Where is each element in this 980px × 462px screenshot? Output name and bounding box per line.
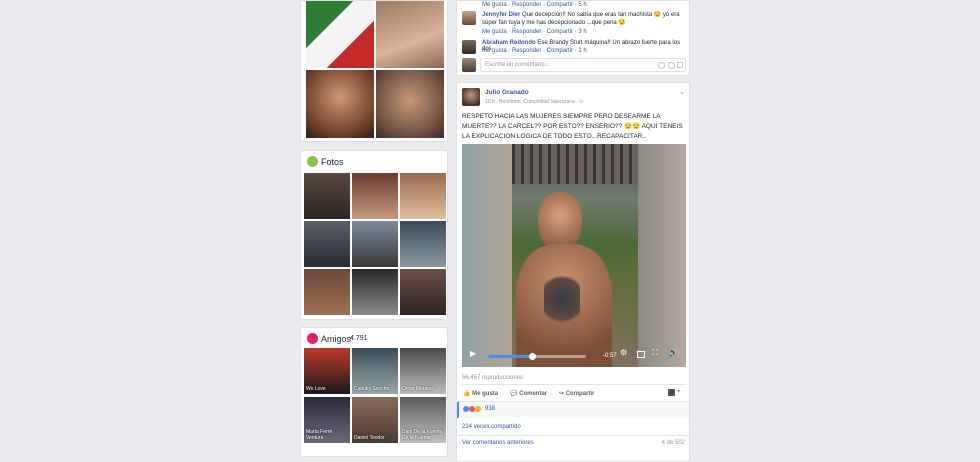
video-pergola — [512, 144, 638, 184]
comment-2-actions[interactable]: Me gusta · Responder · Compartir · 3 h — [482, 29, 587, 35]
friends-icon — [307, 333, 318, 344]
audience-selector-icon[interactable] — [668, 389, 675, 396]
photo-grid-card — [300, 0, 448, 142]
friend-name[interactable]: Daniel Teodor — [354, 435, 385, 441]
post-text: RESPETO HACIA LAS MUJERES SIEMPRE PERO D… — [462, 113, 683, 140]
friend-name[interactable]: Marta Ferré Ventura — [306, 429, 350, 441]
audience-chevron-icon[interactable]: ▾ — [677, 388, 680, 395]
fotos-thumbnail[interactable] — [352, 173, 398, 219]
fotos-thumbnail[interactable] — [400, 269, 446, 315]
post-options-icon[interactable]: ⌄ — [679, 88, 685, 96]
fullscreen-icon[interactable]: ⛶ — [652, 348, 658, 358]
video-frame — [512, 144, 638, 367]
picture-in-picture-icon[interactable] — [637, 351, 645, 358]
share-button[interactable]: ↪ Compartir — [559, 390, 594, 397]
friend-name[interactable]: Dani De la Fuente De la Fuente — [402, 429, 446, 441]
fotos-title[interactable]: Fotos — [321, 157, 344, 167]
comment-1-actions[interactable]: Me gusta · Responder · Compartir · 5 h — [482, 2, 587, 8]
reactions-count[interactable]: 938 — [485, 406, 495, 412]
friend-tile[interactable]: Omar Morales — [400, 348, 446, 394]
comment-2-avatar[interactable] — [462, 11, 476, 25]
profile-photo-1[interactable] — [306, 1, 374, 68]
amigos-count: 4.791 — [350, 335, 368, 342]
comments-pagination: 4 de 502 — [661, 440, 685, 446]
comment-2-author[interactable]: Jennyfer Dier — [482, 12, 520, 18]
my-avatar — [462, 58, 476, 72]
video-views: 56.457 reproducciones — [462, 375, 524, 381]
friend-tile[interactable]: Marta Ferré Ventura — [304, 397, 350, 443]
friend-name[interactable]: We Love — [306, 386, 326, 392]
photos-icon — [307, 156, 318, 167]
fotos-thumbnail[interactable] — [352, 269, 398, 315]
fotos-thumbnail[interactable] — [400, 221, 446, 267]
comment-input[interactable]: Escribe un comentario... — [480, 58, 686, 72]
fotos-thumbnail[interactable] — [352, 221, 398, 267]
profile-photo-3[interactable] — [306, 70, 374, 138]
friend-name[interactable]: Cabuky Sancho — [354, 386, 389, 392]
fotos-thumbnail[interactable] — [304, 221, 350, 267]
fotos-thumbnail[interactable] — [304, 173, 350, 219]
comments-card: Me gusta · Responder · Compartir · 5 h J… — [456, 0, 690, 76]
reactions-bar[interactable]: 938 — [457, 402, 689, 418]
friend-tile[interactable]: Daniel Teodor — [352, 397, 398, 443]
post-author-name[interactable]: Julio Granado — [485, 89, 529, 96]
fotos-card: Fotos — [300, 150, 448, 320]
video-progress-fill — [488, 355, 533, 358]
profile-photo-4[interactable] — [376, 70, 444, 138]
friend-name[interactable]: Omar Morales — [402, 386, 434, 392]
comment-3-avatar[interactable] — [462, 40, 476, 54]
fotos-thumbnail[interactable] — [400, 173, 446, 219]
video-player[interactable]: ▶ -0:57 ⚙ ⛶ 🔊 — [462, 144, 686, 367]
post-meta[interactable]: 10 h · Benidorm, Comunidad Valenciana · … — [485, 99, 583, 105]
post-divider-3 — [457, 435, 689, 436]
comment-input-placeholder: Escribe un comentario... — [485, 62, 550, 68]
friend-tile[interactable]: Dani De la Fuente De la Fuente — [400, 397, 446, 443]
video-tattoo — [544, 270, 580, 328]
volume-icon[interactable]: 🔊 — [668, 348, 678, 357]
play-icon[interactable]: ▶ — [470, 349, 476, 358]
amigos-title[interactable]: Amigos — [321, 334, 351, 344]
fotos-thumbnail[interactable] — [304, 269, 350, 315]
settings-gear-icon[interactable]: ⚙ — [620, 348, 627, 357]
comment-2: Jennyfer Dier Que decepción!! No sabía q… — [482, 11, 687, 27]
comment-button[interactable]: 💬 Comentar — [510, 390, 547, 397]
shares-count[interactable]: 224 veces compartido — [462, 424, 521, 430]
like-icon: 👍 — [463, 391, 473, 397]
video-blur-right — [638, 144, 686, 367]
profile-photo-2[interactable] — [376, 1, 444, 68]
video-blur-left — [462, 144, 512, 367]
friend-tile[interactable]: Cabuky Sancho — [352, 348, 398, 394]
wow-reaction-icon — [475, 406, 481, 412]
friend-tile[interactable]: We Love — [304, 348, 350, 394]
video-progress-track[interactable] — [488, 353, 586, 360]
video-person-head — [538, 192, 582, 250]
share-icon: ↪ — [559, 391, 566, 397]
post-divider-1 — [462, 384, 686, 385]
view-previous-comments-link[interactable]: Ver comentarios anteriores — [462, 440, 534, 446]
camera-icon[interactable] — [658, 62, 665, 69]
emoji-icon[interactable] — [668, 62, 675, 69]
comment-icon: 💬 — [510, 391, 520, 397]
video-time: -0:57 — [603, 353, 617, 359]
like-button[interactable]: 👍 Me gusta — [463, 390, 498, 397]
post-card: Julio Granado 10 h · Benidorm, Comunidad… — [456, 82, 690, 462]
comment-3-actions[interactable]: Me gusta · Responder · Compartir · 1 h — [482, 48, 587, 54]
amigos-card: Amigos 4.791 We Love Cabuky Sancho Omar Mo… — [300, 327, 448, 457]
post-author-avatar[interactable] — [462, 88, 480, 106]
sticker-icon[interactable] — [677, 62, 683, 68]
